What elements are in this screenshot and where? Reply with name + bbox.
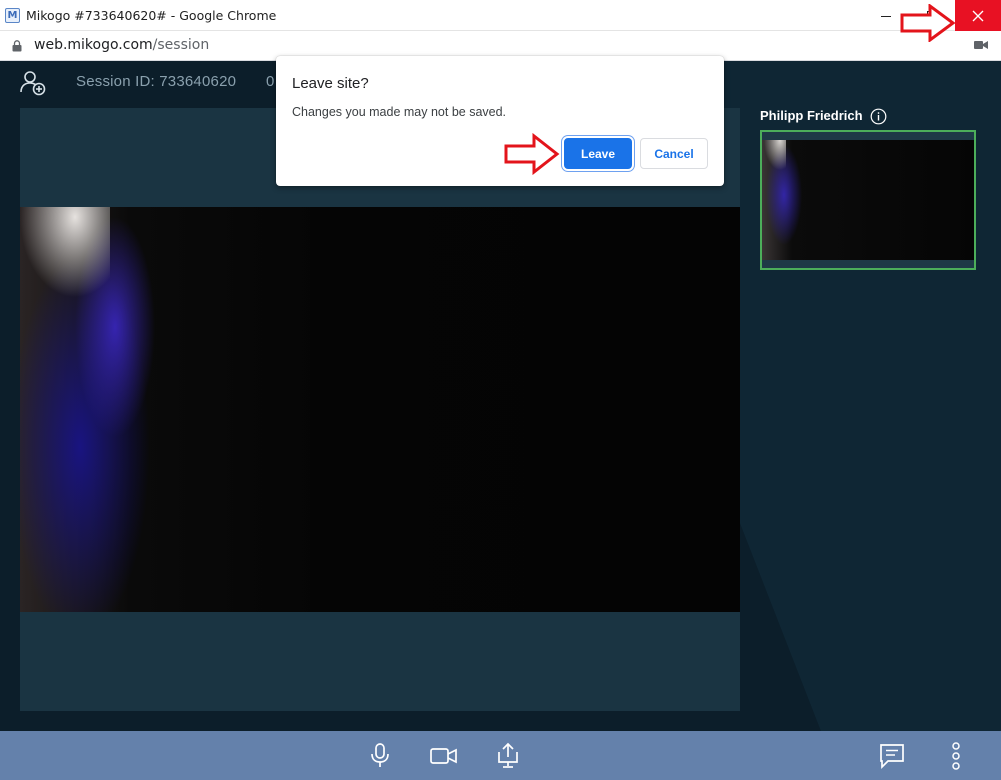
microphone-icon <box>371 743 389 767</box>
minimize-icon <box>881 15 891 17</box>
close-window-button[interactable] <box>955 0 1001 31</box>
mikogo-favicon-icon: M <box>5 8 20 23</box>
info-icon[interactable] <box>870 108 887 125</box>
url-path: /session <box>152 37 210 53</box>
annotation-arrow-close-icon <box>900 4 956 42</box>
more-vertical-icon <box>952 742 960 770</box>
close-icon <box>972 10 984 21</box>
camera-in-use-icon[interactable] <box>974 40 988 50</box>
annotation-arrow-leave-icon <box>504 133 560 175</box>
leave-button[interactable]: Leave <box>564 138 632 169</box>
session-toolbar <box>0 731 1001 780</box>
lock-icon <box>12 40 22 52</box>
dialog-title: Leave site? <box>292 75 369 92</box>
main-video-stage <box>20 108 740 711</box>
camera-button[interactable] <box>428 741 460 771</box>
window-title: Mikogo #733640620# - Google Chrome <box>26 8 277 23</box>
participant-name: Philipp Friedrich <box>760 108 863 123</box>
add-participant-button[interactable] <box>19 69 47 102</box>
cancel-button[interactable]: Cancel <box>640 138 708 169</box>
session-timer: 0 <box>266 73 275 90</box>
browser-title-bar: M Mikogo #733640620# - Google Chrome <box>0 0 1001 31</box>
leave-site-dialog: Leave site? Changes you made may not be … <box>276 56 724 186</box>
add-user-icon <box>20 71 46 96</box>
thumbnail-glare <box>762 140 786 170</box>
video-glare <box>20 207 110 302</box>
screen-share-icon <box>498 742 518 768</box>
main-video-feed <box>20 207 740 612</box>
microphone-button[interactable] <box>364 741 396 771</box>
session-id: Session ID: 733640620 <box>76 73 237 90</box>
screen-share-button[interactable] <box>492 741 524 771</box>
participant-video <box>762 140 974 260</box>
url-text[interactable]: web.mikogo.com/session <box>34 37 209 53</box>
dialog-message: Changes you made may not be saved. <box>292 105 507 119</box>
participant-thumbnail[interactable] <box>760 130 976 270</box>
chat-icon <box>880 744 904 770</box>
url-host: web.mikogo.com <box>34 37 153 53</box>
chat-button[interactable] <box>876 741 908 771</box>
video-camera-icon <box>430 748 457 764</box>
more-options-button[interactable] <box>940 741 972 771</box>
